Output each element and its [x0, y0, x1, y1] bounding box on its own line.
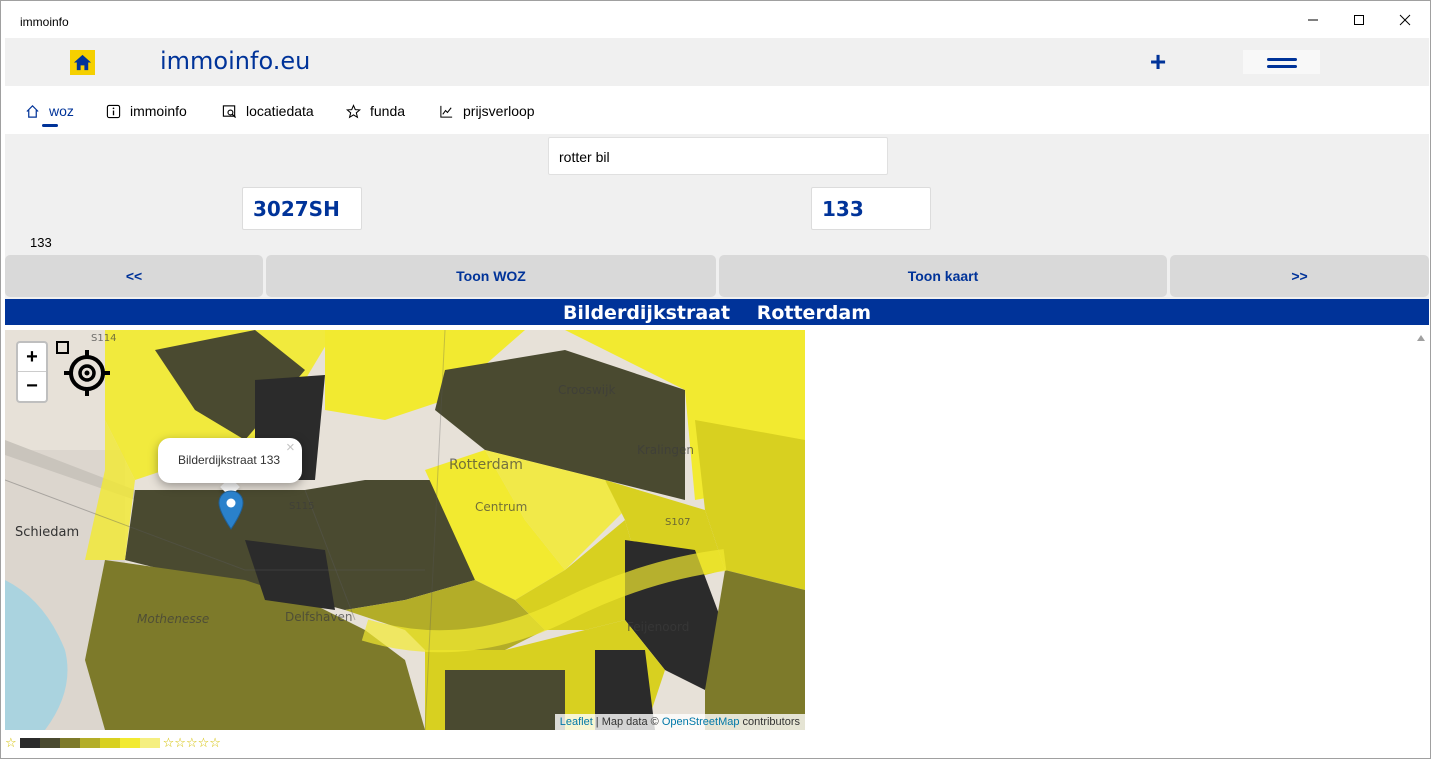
search-panel: rotter bil 3027SH 133 133 [5, 134, 1429, 254]
menu-bar-icon [1267, 65, 1297, 68]
app-window: immoinfo immoinfo.eu + woz immoinfo loca… [0, 0, 1431, 759]
maximize-button[interactable] [1336, 1, 1382, 38]
line-chart-icon [440, 105, 453, 118]
map-label-s115: S115 [289, 501, 315, 512]
legend-swatch [139, 738, 160, 748]
map-label-feijenoord: Feijenoord [627, 620, 690, 634]
house-number-label: 133 [30, 235, 52, 250]
nav-tabs: woz immoinfo locatiedata funda prijsverl… [5, 86, 1429, 134]
tab-locatiedata[interactable]: locatiedata [222, 100, 314, 122]
map-label-kralingen: Kralingen [637, 443, 695, 457]
map-label-rotterdam: Rotterdam [449, 457, 523, 473]
map-marker-icon[interactable] [218, 490, 244, 530]
color-legend: ☆ ☆☆☆☆☆ [5, 736, 221, 750]
previous-button[interactable]: << [5, 255, 263, 297]
popup-close-button[interactable]: × [286, 440, 300, 456]
map-attribution: Leaflet | Map data © OpenStreetMap contr… [554, 714, 805, 730]
show-woz-button[interactable]: Toon WOZ [266, 255, 716, 297]
legend-swatch [19, 738, 40, 748]
house-icon [73, 54, 92, 71]
home-icon [26, 104, 39, 118]
map-popup: Bilderdijkstraat 133 [158, 438, 302, 483]
locate-crosshair-icon[interactable] [63, 349, 111, 397]
legend-swatch [79, 738, 100, 748]
active-tab-indicator [42, 124, 58, 127]
next-button[interactable]: >> [1170, 255, 1429, 297]
action-buttons: << Toon WOZ Toon kaart >> [5, 254, 1429, 299]
openstreetmap-link[interactable]: OpenStreetMap [662, 716, 740, 728]
map-label-s107: S107 [665, 517, 691, 528]
tab-label: funda [370, 103, 406, 119]
scroll-up-arrow-icon[interactable] [1415, 333, 1427, 343]
show-map-button[interactable]: Toon kaart [719, 255, 1167, 297]
legend-swatch [59, 738, 80, 748]
map-search-icon [222, 104, 237, 118]
map-label-delfshaven: Delfshaven [285, 610, 353, 624]
banner-city: Rotterdam [756, 302, 872, 324]
zoom-control: + − [16, 341, 48, 403]
legend-high-stars-icon: ☆☆☆☆☆ [162, 735, 221, 750]
maximize-icon [1354, 14, 1364, 25]
zoom-out-button[interactable]: − [18, 372, 46, 401]
tab-woz[interactable]: woz [25, 100, 74, 122]
map-view[interactable]: Rotterdam Schiedam Crooswijk Kralingen C… [5, 330, 805, 730]
tab-immoinfo[interactable]: immoinfo [106, 100, 187, 122]
map-label-schiedam: Schiedam [15, 525, 80, 540]
map-tiles [5, 330, 805, 730]
legend-low-star-icon: ☆ [5, 735, 17, 750]
tab-prijsverloop[interactable]: prijsverloop [439, 100, 535, 122]
info-icon [106, 104, 121, 118]
menu-bar-icon [1267, 58, 1297, 61]
tab-label: prijsverloop [463, 103, 535, 119]
tab-label: woz [49, 103, 74, 119]
legend-swatch [119, 738, 140, 748]
tab-label: locatiedata [246, 103, 314, 119]
attribution-separator: | Map data © [592, 716, 662, 728]
address-search-input[interactable]: rotter bil [548, 137, 888, 175]
title-bar: immoinfo [1, 1, 1430, 38]
brand-title[interactable]: immoinfo.eu [160, 47, 310, 75]
banner-street: Bilderdijkstraat [562, 302, 731, 324]
tab-label: immoinfo [130, 103, 187, 119]
tab-funda[interactable]: funda [346, 100, 405, 122]
leaflet-link[interactable]: Leaflet [560, 716, 593, 728]
postcode-input[interactable]: 3027SH [242, 187, 362, 230]
close-icon [1399, 14, 1411, 25]
map-label-mothenesse: Mothenesse [137, 612, 210, 626]
star-icon [346, 103, 361, 118]
app-header: immoinfo.eu + [5, 38, 1429, 86]
address-banner: Bilderdijkstraat Rotterdam [5, 299, 1429, 325]
minimize-icon [1308, 19, 1318, 20]
house-number-input[interactable]: 133 [811, 187, 931, 230]
hamburger-menu-button[interactable] [1243, 50, 1320, 74]
map-label-centrum: Centrum [475, 500, 528, 514]
minimize-button[interactable] [1290, 1, 1336, 38]
map-label-crooswijk: Crooswijk [558, 383, 616, 397]
window-title: immoinfo [20, 15, 69, 29]
map-label-s114: S114 [91, 333, 117, 344]
legend-swatch [39, 738, 60, 748]
attribution-tail: contributors [739, 716, 800, 728]
add-button[interactable]: + [1145, 48, 1171, 76]
legend-swatch [99, 738, 120, 748]
zoom-in-button[interactable]: + [18, 343, 46, 372]
popup-address: Bilderdijkstraat 133 [178, 453, 281, 467]
close-button[interactable] [1382, 1, 1428, 38]
home-logo-button[interactable] [70, 50, 95, 75]
